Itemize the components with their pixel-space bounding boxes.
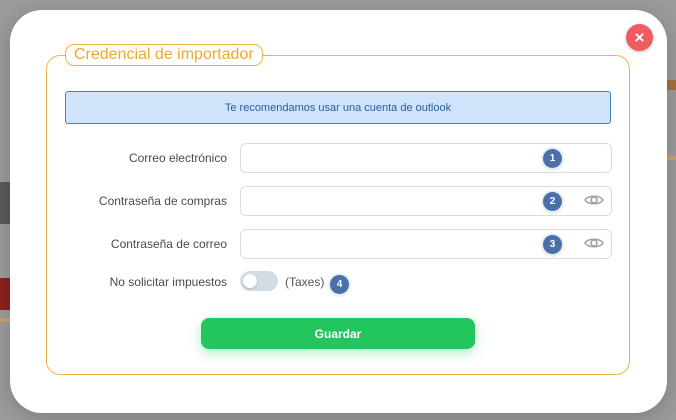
no-taxes-label: No solicitar impuestos (109, 275, 227, 289)
eye-icon[interactable] (584, 236, 604, 250)
purchase-password-label: Contraseña de compras (98, 194, 227, 208)
taxes-suffix: (Taxes) (285, 275, 325, 289)
email-label: Correo electrónico (128, 151, 227, 165)
eye-icon[interactable] (584, 193, 604, 207)
info-text: Te recomendamos usar una cuenta de outlo… (224, 101, 452, 114)
info-banner: Te recomendamos usar una cuenta de outlo… (65, 91, 611, 124)
toggle-knob (243, 274, 257, 288)
step-badge-1: 1 (543, 149, 562, 168)
close-icon: × (634, 28, 645, 47)
step-badge-3: 3 (543, 235, 562, 254)
fieldset-legend: Credencial de importador (65, 44, 263, 66)
no-taxes-toggle[interactable] (240, 271, 278, 291)
step-badge-2: 2 (543, 192, 562, 211)
step-badge-4: 4 (330, 275, 349, 294)
mail-password-label: Contraseña de correo (110, 237, 227, 251)
save-button[interactable]: Guardar (201, 318, 475, 349)
close-button[interactable]: × (626, 24, 653, 51)
